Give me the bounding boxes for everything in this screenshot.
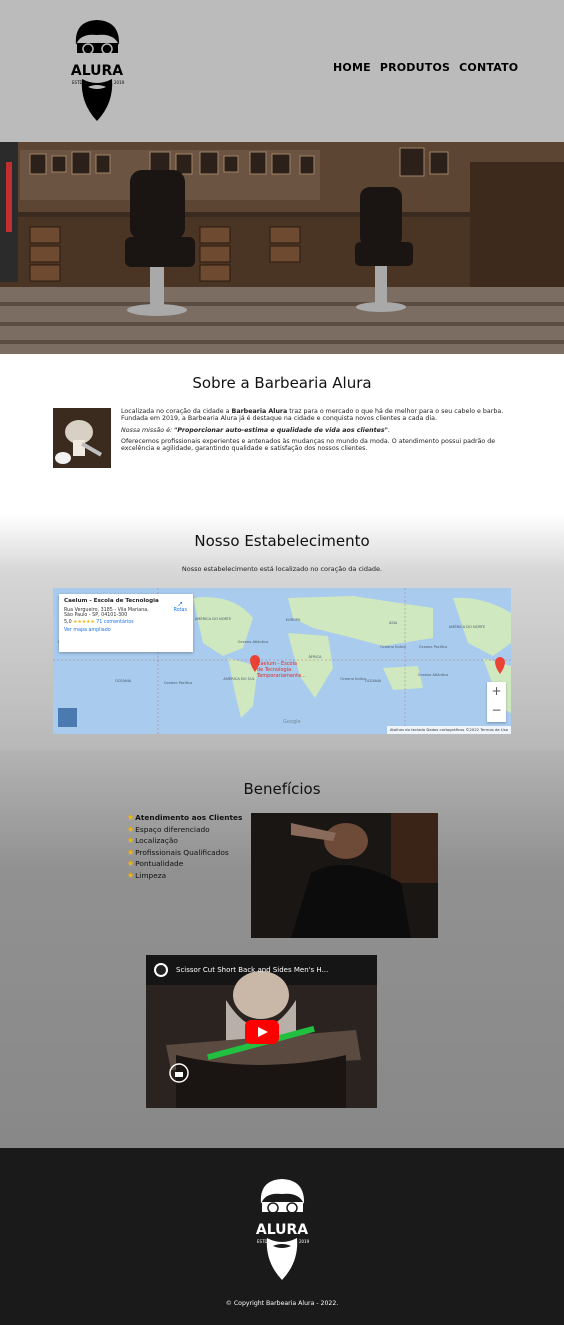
- about-paragraph-1: Localizada no coração da cidade a Barbea…: [121, 408, 504, 423]
- map-rating-stars: ★★★★★: [73, 620, 95, 625]
- map-region-label: Oceano Atlântico: [238, 640, 269, 644]
- map-directions-button[interactable]: ➚ Rotas: [174, 600, 187, 613]
- map-region-label: ÁFRICA: [308, 654, 322, 659]
- benefits-title: Benefícios: [243, 780, 321, 798]
- map-region-label: Oceano Pacífico: [419, 645, 447, 649]
- map-reviews-link[interactable]: 71 comentários: [96, 620, 133, 625]
- svg-text:ESTD: ESTD: [72, 80, 83, 85]
- nav-produtos[interactable]: PRODUTOS: [380, 61, 450, 74]
- location-title: Nosso Estabelecimento: [194, 532, 370, 550]
- list-item: ★ Pontualidade: [127, 859, 184, 869]
- svg-text:ESTD: ESTD: [257, 1239, 268, 1244]
- list-item: ★ Limpeza: [127, 870, 167, 880]
- list-item: ★ Localização: [127, 836, 178, 846]
- map-region-label: Oceano Índico: [340, 676, 366, 681]
- map-region-label: ÁSIA: [389, 620, 398, 625]
- zoom-in-button[interactable]: +: [487, 682, 506, 701]
- video-title[interactable]: Scissor Cut Short Back and Sides Men's H…: [176, 966, 328, 974]
- map-region-label: AMÉRICA DO SUL: [223, 676, 254, 681]
- main-nav: HOME PRODUTOS CONTATO: [333, 61, 518, 74]
- map-rating: 5,0: [64, 620, 72, 625]
- benefits-section: Benefícios ★ Atendimento aos Clientes ★ Es…: [0, 750, 564, 1148]
- map-footer-links[interactable]: Atalhos do teclado Dados cartográficos ©…: [386, 726, 511, 734]
- star-icon: ★: [127, 824, 135, 834]
- map-zoom-controls: + −: [487, 682, 506, 722]
- map-address-2: São Paulo - SP, 04101-300: [64, 613, 128, 618]
- map-larger-link[interactable]: Ver mapa ampliado: [64, 628, 188, 633]
- zoom-out-button[interactable]: −: [487, 701, 506, 720]
- benefits-list: ★ Atendimento aos Clientes ★ Espaço difere…: [127, 812, 242, 882]
- directions-icon: ➚: [177, 600, 184, 608]
- nav-contato[interactable]: CONTATO: [459, 61, 518, 74]
- map-place-name: Caelum - Escola de Tecnologia: [64, 598, 159, 604]
- list-item: ★ Atendimento aos Clientes: [127, 813, 243, 822]
- barber-shaving-image: [251, 813, 438, 938]
- channel-icon[interactable]: [169, 1063, 189, 1083]
- map-region-label: Oceano Atlântico: [418, 673, 449, 677]
- map-satellite-thumbnail[interactable]: [58, 708, 77, 727]
- map-region-label: Oceano Pacífico: [164, 681, 192, 685]
- youtube-video-embed[interactable]: Scissor Cut Short Back and Sides Men's H…: [146, 955, 377, 1108]
- site-header: ALURA ESTD 2019 HOME PRODUTOS CONTATO: [0, 0, 564, 142]
- about-title: Sobre a Barbearia Alura: [192, 374, 372, 392]
- map-place-card: Caelum - Escola de Tecnologia Rua Vergue…: [59, 594, 193, 652]
- location-description: Nosso estabelecimento está localizado no…: [181, 565, 383, 573]
- svg-text:2019: 2019: [114, 80, 125, 85]
- map-region-label: OCEANIA: [365, 679, 382, 683]
- about-paragraph-3: Oferecemos profissionais experientes e a…: [121, 437, 496, 453]
- footer-alura-logo: ALURA ESTD 2019: [251, 1179, 313, 1280]
- embedded-map[interactable]: AMÉRICA DO NORTE EUROPA ÁSIA ÁFRICA AMÉR…: [53, 588, 511, 734]
- nav-home[interactable]: HOME: [333, 61, 371, 74]
- about-mission: Nossa missão é: "Proporcionar auto-estim…: [121, 426, 390, 434]
- about-section: Sobre a Barbearia Alura Localizada no co…: [0, 354, 564, 514]
- map-region-label: AMÉRICA DO NORTE: [449, 624, 486, 629]
- star-icon: ★: [127, 813, 135, 822]
- svg-text:ALURA: ALURA: [71, 63, 123, 79]
- svg-text:ALURA: ALURA: [256, 1222, 308, 1238]
- site-footer: ALURA ESTD 2019 © Copyright Barbearia Al…: [0, 1148, 564, 1325]
- map-region-label: AMÉRICA DO NORTE: [195, 616, 232, 621]
- list-item: ★ Espaço diferenciado: [127, 824, 210, 834]
- youtube-play-icon[interactable]: [245, 1020, 279, 1044]
- location-section: Nosso Estabelecimento Nosso estabelecime…: [0, 514, 564, 750]
- hero-barbershop-image: [0, 142, 564, 354]
- map-region-label: Oceano Índico: [380, 644, 406, 649]
- about-text: Localizada no coração da cidade a Barbea…: [121, 408, 509, 456]
- copyright-text: © Copyright Barbearia Alura - 2022.: [225, 1300, 339, 1307]
- star-icon: ★: [127, 847, 135, 857]
- list-item: ★ Profissionais Qualificados: [127, 847, 229, 857]
- map-pin-label: Caelum - Escola de Tecnologia Temporaria…: [257, 661, 306, 679]
- map-region-label: OCEANIA: [115, 679, 132, 683]
- google-watermark: Google: [283, 719, 301, 725]
- star-icon: ★: [127, 870, 135, 880]
- alura-logo[interactable]: ALURA ESTD 2019: [62, 15, 132, 125]
- map-region-label: EUROPA: [286, 618, 301, 622]
- star-icon: ★: [127, 836, 135, 846]
- star-icon: ★: [127, 859, 135, 869]
- svg-text:2019: 2019: [299, 1239, 310, 1244]
- shaving-brush-image: [53, 408, 111, 468]
